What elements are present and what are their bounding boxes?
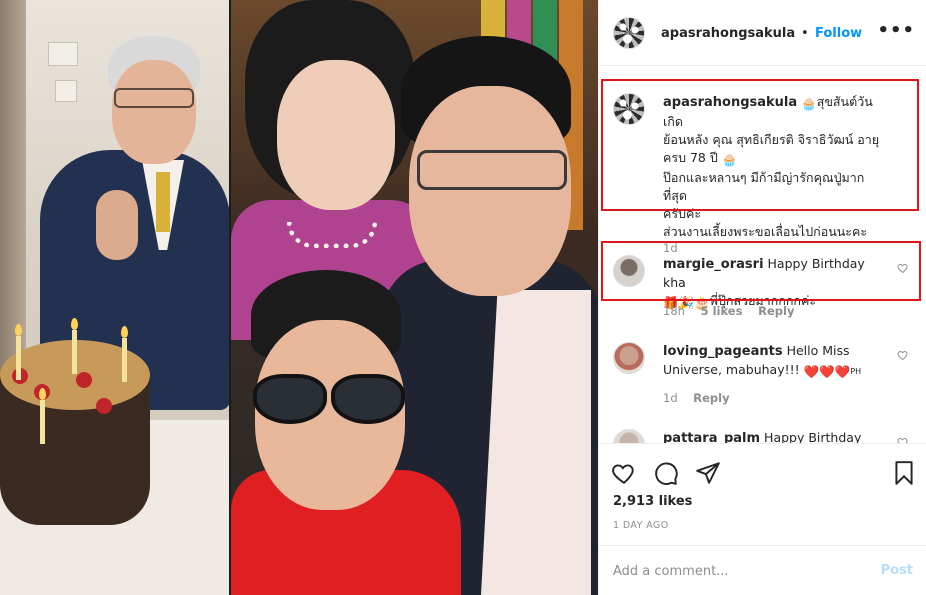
add-comment-bar: Post (599, 545, 926, 595)
header-separator: • (801, 26, 809, 41)
photo-woman-face (277, 60, 395, 210)
photo-wall-switch (55, 80, 77, 102)
like-heart-icon[interactable] (611, 460, 637, 486)
post-timestamp[interactable]: 1 DAY AGO (613, 520, 669, 531)
reply-button[interactable]: Reply (758, 304, 794, 318)
comment-time[interactable]: 18h (663, 304, 685, 318)
comment-meta: 18h 5 likes Reply (663, 304, 806, 318)
photo-candle (122, 338, 127, 382)
commenter-avatar[interactable] (613, 429, 645, 443)
photo-candle-flame (71, 318, 78, 330)
photo-tie (156, 172, 170, 232)
highlight-box-comment (601, 241, 921, 301)
flag-ph-icon: PH (850, 367, 862, 376)
like-comment-heart-icon[interactable] (897, 349, 909, 361)
comment-username[interactable]: pattara_palm (663, 431, 760, 443)
likes-count[interactable]: 2,913 likes (613, 494, 692, 509)
save-bookmark-icon[interactable] (891, 460, 917, 486)
photo-candle (40, 400, 45, 444)
post-photo[interactable] (0, 0, 598, 595)
red-hearts-icons: ❤️❤️❤️ (803, 364, 851, 379)
like-comment-heart-icon[interactable] (897, 436, 909, 443)
comment-likes[interactable]: 5 likes (701, 304, 743, 318)
comment-text: Hello Miss (786, 343, 850, 358)
highlight-box-caption (601, 79, 919, 211)
photo-praying-hands (96, 190, 138, 260)
commenter-avatar[interactable] (613, 342, 645, 374)
reply-button[interactable]: Reply (693, 391, 729, 405)
comment-meta: 1d Reply (663, 391, 742, 405)
comment-text: Universe, mabuhay!!! (663, 362, 800, 377)
photo-candle-flame (121, 326, 128, 338)
photo-candle-flame (15, 324, 22, 336)
comment-body: loving_pageants Hello Miss Universe, mabu… (663, 342, 883, 381)
comment-time[interactable]: 1d (663, 391, 678, 405)
photo-candle-flame (39, 388, 46, 400)
caption-line: ส่วนงานเลี้ยงพระขอเลื่อนไปก่อนนะคะ (663, 224, 868, 239)
photo-sunglasses (235, 374, 405, 430)
photo-pearl-necklace (287, 222, 377, 248)
follow-button[interactable]: Follow (815, 26, 862, 41)
comment-bubble-icon[interactable] (653, 460, 679, 486)
more-options-icon[interactable]: ••• (877, 20, 915, 41)
photo-wall-switch (48, 42, 78, 66)
author-avatar[interactable] (613, 17, 645, 49)
post-comment-button[interactable]: Post (881, 563, 913, 578)
photo-man-face (409, 86, 571, 296)
comment-body: pattara_palmHappy Birthday ka... (663, 429, 883, 443)
photo-strawberry (96, 398, 112, 414)
post-header: apasrahongsakula • Follow ••• (599, 0, 926, 66)
photo-strawberry (76, 372, 92, 388)
comments-list[interactable]: apasrahongsakula 🧁สุขสันต์วันเกิด ย้อนหลั… (599, 67, 926, 443)
photo-glasses (114, 88, 194, 108)
photo-man-shirt (481, 290, 591, 595)
comment-username[interactable]: loving_pageants (663, 344, 783, 359)
photo-elderly-man-face (112, 60, 196, 164)
photo-left-panel (0, 0, 229, 595)
author-username[interactable]: apasrahongsakula (661, 26, 795, 41)
photo-right-panel (231, 0, 598, 595)
photo-candle (72, 330, 77, 374)
post-side-panel: apasrahongsakula • Follow ••• apasrahong… (598, 0, 926, 595)
photo-candle (16, 336, 21, 380)
share-paper-plane-icon[interactable] (695, 460, 721, 486)
photo-man-glasses (417, 150, 567, 190)
add-comment-input[interactable] (613, 560, 863, 582)
